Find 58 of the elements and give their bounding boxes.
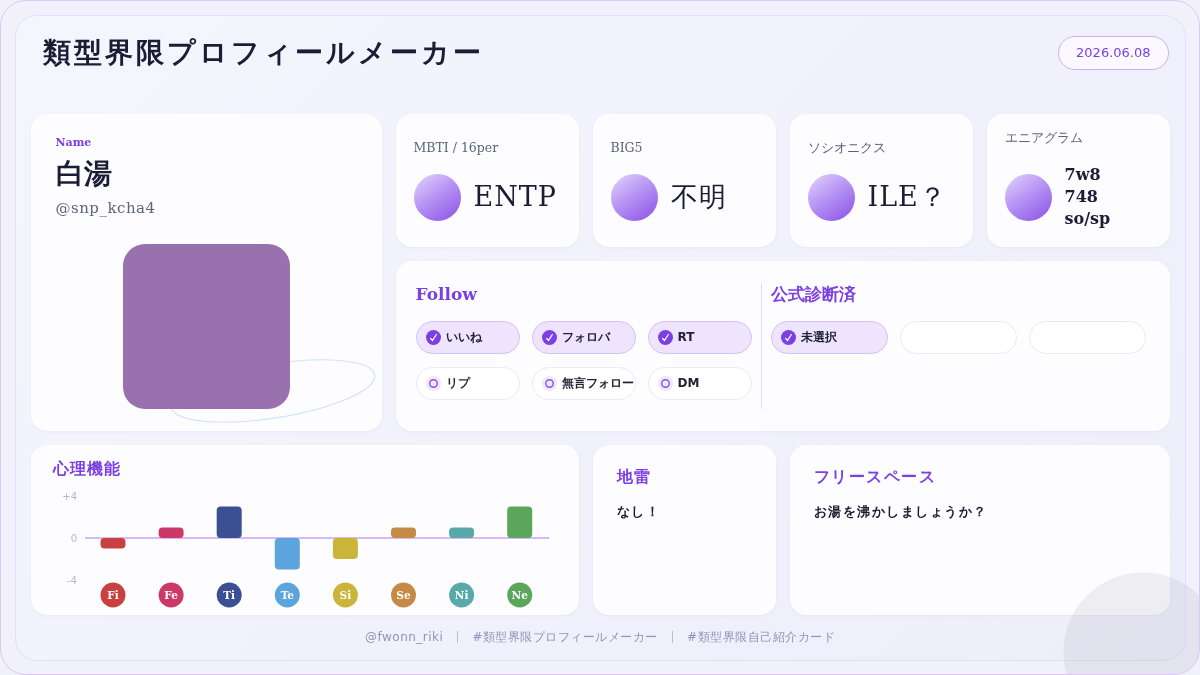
profile-name: 白湯 — [55, 155, 113, 192]
toggle-chip[interactable]: 未選択 — [770, 320, 888, 354]
radio-ring-icon — [657, 375, 673, 391]
card-title: 地雷 — [616, 466, 653, 487]
check-icon — [780, 329, 796, 345]
x-tick-label: Ti — [222, 588, 235, 600]
toggle-chip[interactable]: DM — [647, 366, 752, 400]
radio-ring-icon — [425, 375, 441, 391]
x-tick-label: Ni — [454, 588, 468, 600]
category-label: Te — [274, 582, 300, 607]
footer-text: #類型界限自己紹介カード — [686, 629, 836, 645]
type-value: ILE？ — [867, 180, 947, 214]
type-value: 7w8 — [1064, 164, 1102, 186]
x-tick-label: Ne — [511, 588, 528, 600]
type-label: MBTI / 16per — [413, 139, 500, 156]
section-title: 公式診断済 — [770, 283, 857, 304]
type-value: ENTP — [473, 180, 557, 214]
toggle-chip[interactable]: RT — [647, 320, 752, 354]
x-tick-label: Te — [280, 588, 294, 600]
footer-text: #類型界限プロフィールメーカー — [472, 629, 658, 645]
chart-title: 心理機能 — [52, 458, 122, 479]
section-title: Follow — [415, 283, 479, 304]
card-text: お湯を沸かしましょうか？ — [813, 502, 989, 521]
category-label: Ne — [506, 582, 532, 607]
check-icon — [425, 329, 441, 345]
toggle-chip[interactable]: リプ — [415, 366, 520, 400]
card-text: なし！ — [616, 502, 661, 521]
date-badge: 2026.06.08 — [1058, 35, 1169, 70]
type-value: so/sp — [1064, 208, 1111, 230]
axis-tick-label: -4 — [66, 574, 77, 585]
x-tick-label: Si — [339, 588, 351, 600]
x-tick-label: Fe — [163, 588, 178, 600]
type-label: エニアグラム — [1004, 130, 1084, 146]
profile-handle: @snp_kcha4 — [55, 197, 157, 218]
category-label: Fe — [158, 582, 184, 607]
category-label: Fi — [100, 582, 125, 607]
x-tick-label: Fi — [106, 588, 119, 600]
check-icon — [657, 329, 673, 345]
page-title: 類型界限プロフィールメーカー — [42, 35, 484, 70]
toggle-chip[interactable]: フォロバ — [531, 320, 636, 354]
x-tick-label: Se — [395, 588, 411, 600]
toggle-chip[interactable]: 無言フォロー — [531, 366, 636, 400]
type-value: 不明 — [670, 180, 727, 214]
category-label: Ti — [216, 582, 242, 607]
axis-tick-label: +4 — [61, 490, 77, 501]
type-label: ソシオニクス — [807, 139, 887, 156]
check-icon — [541, 329, 557, 345]
type-value: 748 — [1064, 186, 1099, 208]
category-label: Se — [390, 582, 416, 607]
category-label: Ni — [448, 582, 474, 607]
toggle-chip[interactable]: いいね — [415, 320, 520, 354]
category-label: Si — [332, 582, 358, 607]
type-label: BIG5 — [610, 139, 644, 156]
card-title: フリースペース — [813, 466, 937, 487]
radio-ring-icon — [541, 375, 557, 391]
axis-tick-label: 0 — [70, 532, 77, 543]
footer-text: @fwonn_riki — [364, 629, 444, 645]
name-label: Name — [55, 135, 93, 150]
